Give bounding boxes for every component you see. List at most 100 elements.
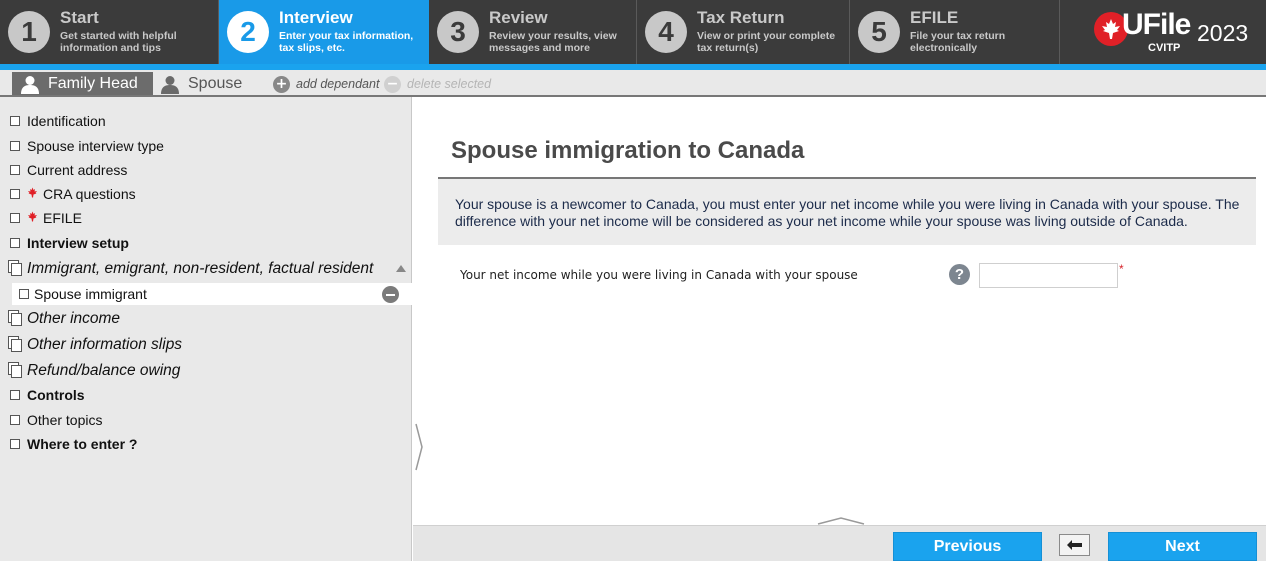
splitter-chevron-icon <box>415 423 423 471</box>
person-tab-bar: Family Head Spouse + add dependant − del… <box>0 70 1266 97</box>
step-interview[interactable]: 2 Interview Enter your tax information, … <box>219 0 429 64</box>
sidebar-item-efile[interactable]: EFILE <box>0 207 412 229</box>
tab-label: Spouse <box>188 75 243 92</box>
sidebar-item-label: Refund/balance owing <box>27 362 181 379</box>
info-text: Your spouse is a newcomer to Canada, you… <box>455 196 1240 229</box>
pages-icon <box>8 310 22 326</box>
step-title: EFILE <box>910 8 959 27</box>
tab-label: Family Head <box>48 75 138 92</box>
sidebar-item-label: EFILE <box>43 210 82 226</box>
checkbox-icon <box>10 165 20 175</box>
footer-navigation: Previous Next <box>413 525 1266 561</box>
interview-page: Spouse immigration to Canada Your spouse… <box>423 97 1266 525</box>
add-dependant-label: add dependant <box>296 77 380 91</box>
step-description: Enter your tax information, tax slips, e… <box>279 30 414 54</box>
step-number: 3 <box>437 11 479 53</box>
next-button[interactable]: Next <box>1108 532 1257 561</box>
step-tax-return[interactable]: 4 Tax Return View or print your complete… <box>637 0 850 64</box>
checkbox-icon <box>10 116 20 126</box>
logo-brand: UFile <box>1122 8 1191 41</box>
step-description: View or print your complete tax return(s… <box>697 30 836 54</box>
maple-leaf-icon <box>28 187 37 198</box>
person-icon <box>21 76 39 94</box>
tab-family-head[interactable]: Family Head <box>12 72 153 96</box>
step-title: Start <box>60 8 99 27</box>
return-arrow-icon <box>1067 540 1082 550</box>
remove-item-icon[interactable] <box>382 286 399 303</box>
sidebar-item-where-to-enter[interactable]: Where to enter ? <box>0 433 412 455</box>
sidebar-item-spouse-interview-type[interactable]: Spouse interview type <box>0 135 412 157</box>
page-title: Spouse immigration to Canada <box>451 137 805 164</box>
step-title: Tax Return <box>697 8 785 27</box>
ufile-app-window: 1 Start Get started with helpful informa… <box>0 0 1266 561</box>
previous-button[interactable]: Previous <box>893 532 1042 561</box>
maple-leaf-icon <box>28 211 37 222</box>
info-panel: Your spouse is a newcomer to Canada, you… <box>438 177 1256 245</box>
sidebar-group-other-income[interactable]: Other income <box>0 307 412 329</box>
ufile-logo: UFile 2023 CVITP <box>1060 0 1266 64</box>
person-icon <box>161 76 179 94</box>
sidebar-item-label: Other topics <box>27 412 103 428</box>
checkbox-icon <box>19 289 29 299</box>
sidebar-group-immigrant[interactable]: Immigrant, emigrant, non-resident, factu… <box>0 257 412 279</box>
sidebar-item-cra-questions[interactable]: CRA questions <box>0 183 412 205</box>
sidebar-item-identification[interactable]: Identification <box>0 110 412 132</box>
step-description: Get started with helpful information and… <box>60 30 177 54</box>
back-arrow-button[interactable] <box>1059 534 1090 556</box>
step-number: 5 <box>858 11 900 53</box>
sidebar-group-other-information-slips[interactable]: Other information slips <box>0 333 412 355</box>
sidebar-item-other-topics[interactable]: Other topics <box>0 409 412 431</box>
step-number: 1 <box>8 11 50 53</box>
step-description: File your tax return electronically <box>910 30 1006 54</box>
sidebar-item-label: Other information slips <box>27 336 183 353</box>
step-title: Interview <box>279 8 353 27</box>
checkbox-icon <box>10 213 20 223</box>
sidebar-item-interview-setup[interactable]: Interview setup <box>0 232 412 254</box>
step-review[interactable]: 3 Review Review your results, view messa… <box>429 0 637 64</box>
step-title: Review <box>489 8 548 27</box>
interview-sidebar: Identification Spouse interview type Cur… <box>0 97 412 561</box>
sidebar-item-spouse-immigrant[interactable]: Spouse immigrant <box>12 283 412 305</box>
checkbox-icon <box>10 189 20 199</box>
step-navigation-bar: 1 Start Get started with helpful informa… <box>0 0 1266 64</box>
checkbox-icon <box>10 439 20 449</box>
delete-selected-button[interactable]: − delete selected <box>384 76 494 94</box>
sidebar-item-current-address[interactable]: Current address <box>0 159 412 181</box>
pages-icon <box>8 336 22 352</box>
checkbox-icon <box>10 238 20 248</box>
expand-panel-handle[interactable] <box>816 513 866 525</box>
checkbox-icon <box>10 415 20 425</box>
net-income-input[interactable] <box>979 263 1118 288</box>
sidebar-item-label: Controls <box>27 387 85 403</box>
sidebar-splitter-handle[interactable] <box>413 97 423 561</box>
delete-selected-label: delete selected <box>407 77 492 91</box>
sidebar-item-label: Spouse interview type <box>27 138 164 154</box>
tab-spouse[interactable]: Spouse <box>152 72 252 96</box>
checkbox-icon <box>10 390 20 400</box>
required-indicator: * <box>1119 262 1124 276</box>
step-description: Review your results, view messages and m… <box>489 30 617 54</box>
net-income-label: Your net income while you were living in… <box>460 268 858 282</box>
pages-icon <box>8 362 22 378</box>
logo-subtitle: CVITP <box>1148 42 1181 54</box>
logo-year: 2023 <box>1197 20 1249 46</box>
sidebar-item-label: Current address <box>27 162 128 178</box>
step-number: 2 <box>227 11 269 53</box>
sidebar-item-label: Spouse immigrant <box>34 286 147 302</box>
sidebar-item-controls[interactable]: Controls <box>0 384 412 406</box>
sidebar-item-label: Identification <box>27 113 106 129</box>
plus-icon: + <box>273 76 290 93</box>
sidebar-item-label: Interview setup <box>27 235 129 251</box>
step-number: 4 <box>645 11 687 53</box>
sidebar-item-label: Where to enter ? <box>27 436 138 452</box>
step-start[interactable]: 1 Start Get started with helpful informa… <box>0 0 219 64</box>
sidebar-group-refund-balance-owing[interactable]: Refund/balance owing <box>0 359 412 381</box>
sidebar-item-label: Immigrant, emigrant, non-resident, factu… <box>27 260 374 277</box>
step-efile[interactable]: 5 EFILE File your tax return electronica… <box>850 0 1060 64</box>
minus-icon: − <box>384 76 401 93</box>
checkbox-icon <box>10 141 20 151</box>
add-dependant-button[interactable]: + add dependant <box>273 76 381 94</box>
collapse-arrow-icon[interactable] <box>396 265 406 272</box>
help-icon[interactable]: ? <box>949 264 970 285</box>
sidebar-item-label: Other income <box>27 310 121 327</box>
